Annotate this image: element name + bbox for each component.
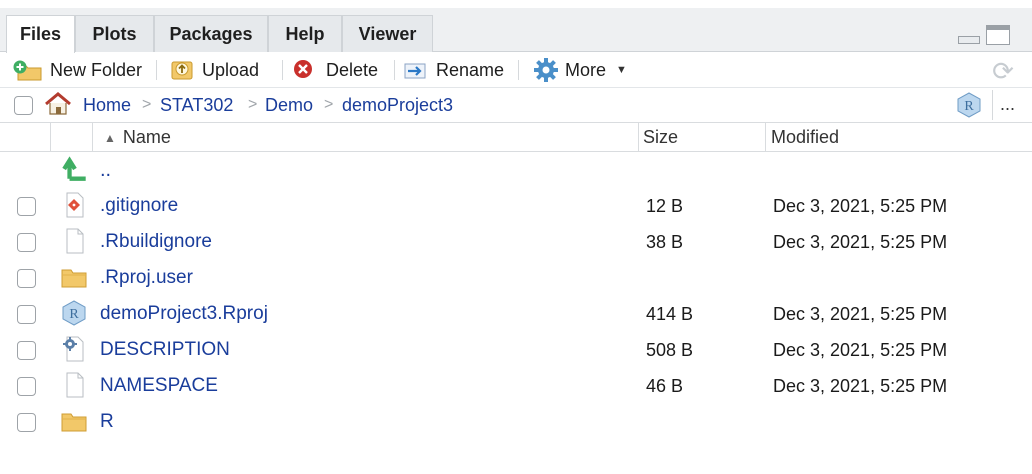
tab-files[interactable]: Files xyxy=(6,15,75,53)
up-arrow-icon xyxy=(62,156,86,181)
row-checkbox[interactable] xyxy=(17,413,36,432)
more-label: More xyxy=(565,59,607,80)
breadcrumb-stat302[interactable]: STAT302 xyxy=(160,88,233,122)
sort-ascending-icon: ▲ xyxy=(104,130,116,145)
git-file-icon xyxy=(66,192,84,218)
column-divider xyxy=(765,123,766,152)
breadcrumb-separator: > xyxy=(324,96,334,113)
new-folder-label: New Folder xyxy=(50,59,143,80)
text-file-icon xyxy=(66,372,84,398)
row-checkbox[interactable] xyxy=(17,269,36,288)
rename-button[interactable]: Rename xyxy=(402,52,504,88)
column-divider xyxy=(92,123,93,152)
table-row[interactable]: .Rbuildignore 38 B Dec 3, 2021, 5:25 PM xyxy=(0,224,1032,260)
more-options-icon[interactable]: ... xyxy=(1000,94,1015,115)
column-header-modified[interactable]: Modified xyxy=(771,123,839,152)
row-checkbox[interactable] xyxy=(17,305,36,324)
dcf-file-icon xyxy=(63,336,84,362)
maximize-pane-icon[interactable] xyxy=(986,25,1010,45)
delete-button[interactable]: Delete xyxy=(292,52,378,88)
toolbar-separator xyxy=(282,60,283,80)
gear-icon xyxy=(534,58,558,82)
text-file-icon xyxy=(66,228,84,254)
file-modified: Dec 3, 2021, 5:25 PM xyxy=(773,303,948,324)
breadcrumb-separator: > xyxy=(248,96,258,113)
more-button[interactable]: More ▼ xyxy=(533,52,627,88)
file-size: 38 B xyxy=(646,231,684,252)
toolbar-separator xyxy=(518,60,519,80)
refresh-icon[interactable]: ⟳ xyxy=(990,58,1016,84)
delete-label: Delete xyxy=(326,59,379,80)
file-size: 414 B xyxy=(646,303,694,324)
parent-directory-link[interactable]: .. xyxy=(100,152,111,188)
table-row[interactable]: R xyxy=(0,404,1032,440)
column-divider xyxy=(50,123,51,152)
upload-label: Upload xyxy=(202,59,260,80)
rename-icon xyxy=(404,63,426,79)
new-folder-icon xyxy=(13,60,42,81)
file-modified: Dec 3, 2021, 5:25 PM xyxy=(773,231,948,252)
file-name-link[interactable]: .Rproj.user xyxy=(100,260,193,296)
breadcrumb-demo[interactable]: Demo xyxy=(265,88,313,122)
column-header-name-label: Name xyxy=(122,127,171,147)
delete-icon xyxy=(294,60,312,78)
upload-button[interactable]: Upload xyxy=(170,52,259,88)
tab-plots[interactable]: Plots xyxy=(75,15,154,52)
file-name-link[interactable]: DESCRIPTION xyxy=(100,332,230,368)
file-size: 508 B xyxy=(646,339,694,360)
table-row[interactable]: NAMESPACE 46 B Dec 3, 2021, 5:25 PM xyxy=(0,368,1032,404)
file-size: 46 B xyxy=(646,375,684,396)
tab-help[interactable]: Help xyxy=(268,15,342,52)
select-all-checkbox[interactable] xyxy=(14,96,33,115)
chevron-down-icon: ▼ xyxy=(616,64,627,76)
files-pane: Files Plots Packages Help Viewer New Fol… xyxy=(0,0,1032,474)
table-row[interactable]: .Rproj.user xyxy=(0,260,1032,296)
folder-icon xyxy=(61,269,87,288)
svg-text:R: R xyxy=(69,307,79,322)
file-modified: Dec 3, 2021, 5:25 PM xyxy=(773,339,948,360)
breadcrumb-home[interactable]: Home xyxy=(83,88,131,122)
toolbar-separator xyxy=(156,60,157,80)
row-checkbox[interactable] xyxy=(17,341,36,360)
file-size: 12 B xyxy=(646,195,684,216)
column-divider xyxy=(638,123,639,152)
file-modified: Dec 3, 2021, 5:25 PM xyxy=(773,375,948,396)
rproj-file-icon: R xyxy=(62,300,86,326)
column-header-name[interactable]: ▲ Name xyxy=(104,123,171,152)
table-row[interactable]: DESCRIPTION 508 B Dec 3, 2021, 5:25 PM xyxy=(0,332,1032,368)
file-name-link[interactable]: R xyxy=(100,404,114,440)
home-icon[interactable] xyxy=(44,92,72,116)
files-toolbar: New Folder Upload Delete Rename More ▼ ⟳ xyxy=(0,52,1032,88)
tabbar-top-edge xyxy=(0,0,1032,8)
minimize-pane-icon[interactable] xyxy=(958,36,980,44)
row-checkbox[interactable] xyxy=(17,233,36,252)
file-name-link[interactable]: .gitignore xyxy=(100,188,178,224)
tab-bar: Files Plots Packages Help Viewer xyxy=(0,0,1032,53)
rproject-icon[interactable]: R xyxy=(956,91,982,119)
upload-icon xyxy=(171,61,193,80)
file-modified: Dec 3, 2021, 5:25 PM xyxy=(773,195,948,216)
tab-viewer[interactable]: Viewer xyxy=(342,15,433,52)
file-name-link[interactable]: demoProject3.Rproj xyxy=(100,296,268,332)
parent-directory-row[interactable]: .. xyxy=(0,152,1032,188)
svg-text:R: R xyxy=(964,99,974,114)
breadcrumb-demoproject3[interactable]: demoProject3 xyxy=(342,88,453,122)
file-table-header: ▲ Name Size Modified xyxy=(0,122,1032,152)
new-folder-button[interactable]: New Folder xyxy=(12,52,142,88)
table-row[interactable]: R demoProject3.Rproj 414 B Dec 3, 2021, … xyxy=(0,296,1032,332)
column-header-size[interactable]: Size xyxy=(643,123,678,152)
toolbar-separator xyxy=(992,90,993,120)
tab-packages[interactable]: Packages xyxy=(154,15,268,52)
table-row[interactable]: .gitignore 12 B Dec 3, 2021, 5:25 PM xyxy=(0,188,1032,224)
row-checkbox[interactable] xyxy=(17,197,36,216)
row-checkbox[interactable] xyxy=(17,377,36,396)
breadcrumb: Home > STAT302 > Demo > demoProject3 R xyxy=(0,88,1032,122)
file-name-link[interactable]: .Rbuildignore xyxy=(100,224,212,260)
toolbar-separator xyxy=(394,60,395,80)
breadcrumb-separator: > xyxy=(142,96,152,113)
folder-icon xyxy=(61,413,87,432)
rename-label: Rename xyxy=(436,59,505,80)
file-name-link[interactable]: NAMESPACE xyxy=(100,368,218,404)
